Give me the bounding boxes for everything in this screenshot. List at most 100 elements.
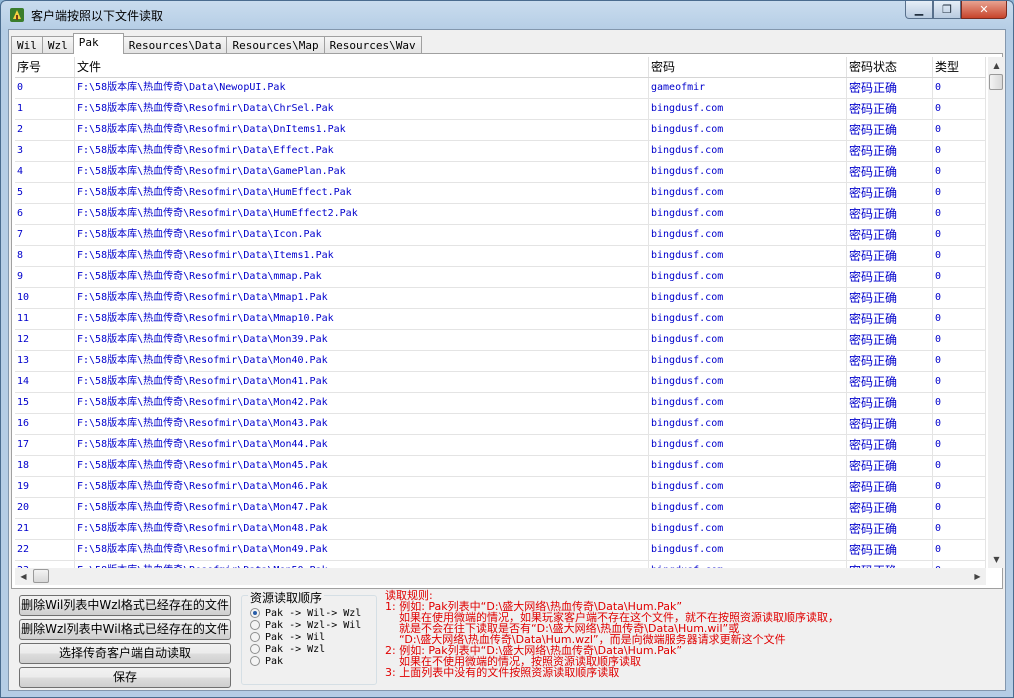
horizontal-scrollbar[interactable]: ◀ ▶ bbox=[15, 568, 986, 585]
cell-file: F:\58版本库\热血传奇\Resofmir\Data\Mmap1.Pak bbox=[75, 288, 649, 308]
cell-type: 0 bbox=[933, 267, 986, 287]
horizontal-scroll-thumb[interactable] bbox=[33, 569, 49, 583]
read-order-title: 资源读取顺序 bbox=[248, 589, 325, 606]
column-header-file[interactable]: 文件 bbox=[75, 57, 649, 77]
table-row[interactable]: 4 F:\58版本库\热血传奇\Resofmir\Data\GamePlan.Pa… bbox=[15, 162, 986, 183]
cell-password-status: 密码正确 bbox=[847, 120, 933, 140]
tab-resources-map[interactable]: Resources\Map bbox=[226, 36, 325, 54]
column-header-index[interactable]: 序号 bbox=[15, 57, 75, 77]
cell-password: bingdusf.com bbox=[649, 288, 847, 308]
radio-button-icon[interactable] bbox=[250, 644, 260, 654]
read-order-option[interactable]: Pak -> Wil bbox=[250, 631, 325, 643]
delete-wil-duplicates-button[interactable]: 删除Wil列表中Wzl格式已经存在的文件 bbox=[19, 595, 231, 616]
main-window: 客户端按照以下文件读取 ▁ ❐ ✕ Wil Wzl Pak Resources\Dat… bbox=[0, 0, 1014, 698]
read-order-option[interactable]: Pak -> Wzl-> Wil bbox=[250, 619, 361, 631]
read-order-option[interactable]: Pak -> Wzl bbox=[250, 643, 325, 655]
cell-index: 6 bbox=[15, 204, 75, 224]
table-row[interactable]: 22 F:\58版本库\热血传奇\Resofmir\Data\Mon49.Pak b… bbox=[15, 540, 986, 561]
table-row[interactable]: 1 F:\58版本库\热血传奇\Resofmir\Data\ChrSel.Pak b… bbox=[15, 99, 986, 120]
table-row[interactable]: 10 F:\58版本库\热血传奇\Resofmir\Data\Mmap1.Pak b… bbox=[15, 288, 986, 309]
tab-wzl[interactable]: Wzl bbox=[41, 36, 74, 54]
cell-password: bingdusf.com bbox=[649, 183, 847, 203]
table-row[interactable]: 6 F:\58版本库\热血传奇\Resofmir\Data\HumEffect2.… bbox=[15, 204, 986, 225]
cell-index: 12 bbox=[15, 330, 75, 350]
table-row[interactable]: 11 F:\58版本库\热血传奇\Resofmir\Data\Mmap10.Pak… bbox=[15, 309, 986, 330]
table-row[interactable]: 17 F:\58版本库\热血传奇\Resofmir\Data\Mon44.Pak b… bbox=[15, 435, 986, 456]
save-button[interactable]: 保存 bbox=[19, 667, 231, 688]
cell-index: 14 bbox=[15, 372, 75, 392]
title-bar[interactable]: 客户端按照以下文件读取 ▁ ❐ ✕ bbox=[1, 1, 1013, 28]
cell-file: F:\58版本库\热血传奇\Resofmir\Data\Mon40.Pak bbox=[75, 351, 649, 371]
table-row[interactable]: 3 F:\58版本库\热血传奇\Resofmir\Data\Effect.Pak b… bbox=[15, 141, 986, 162]
cell-index: 7 bbox=[15, 225, 75, 245]
read-order-option[interactable]: Pak -> Wil-> Wzl bbox=[250, 607, 361, 619]
radio-button-icon[interactable] bbox=[250, 632, 260, 642]
tab-resources-data[interactable]: Resources\Data bbox=[122, 36, 228, 54]
cell-type: 0 bbox=[933, 351, 986, 371]
cell-index: 20 bbox=[15, 498, 75, 518]
maximize-button[interactable]: ❐ bbox=[933, 1, 961, 19]
delete-wzl-duplicates-button[interactable]: 删除Wzl列表中Wil格式已经存在的文件 bbox=[19, 619, 231, 640]
cell-file: F:\58版本库\热血传奇\Resofmir\Data\Mon44.Pak bbox=[75, 435, 649, 455]
scroll-left-arrow-icon[interactable]: ◀ bbox=[15, 568, 32, 585]
file-list-grid[interactable]: 序号 文件 密码 密码状态 类型 0 F:\58版本库\热血传奇\Data\NewopUI… bbox=[15, 57, 986, 568]
cell-file: F:\58版本库\热血传奇\Resofmir\Data\Mmap10.Pak bbox=[75, 309, 649, 329]
radio-button-icon[interactable] bbox=[250, 608, 260, 618]
vertical-scroll-thumb[interactable] bbox=[989, 74, 1003, 90]
read-order-option[interactable]: Pak bbox=[250, 655, 283, 667]
cell-type: 0 bbox=[933, 78, 986, 98]
cell-type: 0 bbox=[933, 414, 986, 434]
table-row[interactable]: 20 F:\58版本库\热血传奇\Resofmir\Data\Mon47.Pak b… bbox=[15, 498, 986, 519]
table-row[interactable]: 21 F:\58版本库\热血传奇\Resofmir\Data\Mon48.Pak b… bbox=[15, 519, 986, 540]
table-row[interactable]: 18 F:\58版本库\热血传奇\Resofmir\Data\Mon45.Pak b… bbox=[15, 456, 986, 477]
cell-password-status: 密码正确 bbox=[847, 456, 933, 476]
table-row[interactable]: 5 F:\58版本库\热血传奇\Resofmir\Data\HumEffect.P… bbox=[15, 183, 986, 204]
close-button[interactable]: ✕ bbox=[961, 1, 1007, 19]
vertical-scrollbar[interactable]: ▲ ▼ bbox=[988, 57, 1005, 568]
table-row[interactable]: 19 F:\58版本库\热血传奇\Resofmir\Data\Mon46.Pak b… bbox=[15, 477, 986, 498]
cell-password-status: 密码正确 bbox=[847, 78, 933, 98]
table-row[interactable]: 7 F:\58版本库\热血传奇\Resofmir\Data\Icon.Pak bin… bbox=[15, 225, 986, 246]
table-row[interactable]: 9 F:\58版本库\热血传奇\Resofmir\Data\mmap.Pak bin… bbox=[15, 267, 986, 288]
table-row[interactable]: 14 F:\58版本库\热血传奇\Resofmir\Data\Mon41.Pak b… bbox=[15, 372, 986, 393]
cell-password-status: 密码正确 bbox=[847, 309, 933, 329]
auto-read-client-button[interactable]: 选择传奇客户端自动读取 bbox=[19, 643, 231, 664]
table-row[interactable]: 2 F:\58版本库\热血传奇\Resofmir\Data\DnItems1.Pa… bbox=[15, 120, 986, 141]
cell-password-status: 密码正确 bbox=[847, 351, 933, 371]
client-area: Wil Wzl Pak Resources\Data Resources\Map Reso… bbox=[8, 29, 1006, 691]
grid-header: 序号 文件 密码 密码状态 类型 bbox=[15, 57, 986, 78]
tab-resources-wav[interactable]: Resources\Wav bbox=[323, 36, 422, 54]
table-row[interactable]: 23F:\58版本库\热血传奇\Resofmir\Data\Mon50.Pakb… bbox=[15, 561, 986, 568]
cell-password-status: 密码正确 bbox=[847, 477, 933, 497]
tab-wil[interactable]: Wil bbox=[11, 36, 43, 54]
cell-file: F:\58版本库\热血传奇\Resofmir\Data\HumEffect.Pa… bbox=[75, 183, 649, 203]
radio-button-icon[interactable] bbox=[250, 656, 260, 666]
table-row[interactable]: 13 F:\58版本库\热血传奇\Resofmir\Data\Mon40.Pak b… bbox=[15, 351, 986, 372]
cell-file: F:\58版本库\热血传奇\Resofmir\Data\ChrSel.Pak bbox=[75, 99, 649, 119]
cell-file: F:\58版本库\热血传奇\Resofmir\Data\Mon50.Pak bbox=[75, 561, 649, 568]
column-header-type[interactable]: 类型 bbox=[933, 57, 986, 77]
tab-pak[interactable]: Pak bbox=[72, 33, 124, 54]
cell-index: 18 bbox=[15, 456, 75, 476]
table-row[interactable]: 12 F:\58版本库\热血传奇\Resofmir\Data\Mon39.Pak b… bbox=[15, 330, 986, 351]
cell-index: 8 bbox=[15, 246, 75, 266]
cell-file: F:\58版本库\热血传奇\Resofmir\Data\mmap.Pak bbox=[75, 267, 649, 287]
cell-type: 0 bbox=[933, 99, 986, 119]
radio-button-icon[interactable] bbox=[250, 620, 260, 630]
table-row[interactable]: 8 F:\58版本库\热血传奇\Resofmir\Data\Items1.Pak b… bbox=[15, 246, 986, 267]
column-header-password[interactable]: 密码 bbox=[649, 57, 847, 77]
cell-type: 0 bbox=[933, 288, 986, 308]
scroll-down-arrow-icon[interactable]: ▼ bbox=[988, 551, 1005, 568]
scroll-up-arrow-icon[interactable]: ▲ bbox=[988, 57, 1005, 74]
cell-type: 0 bbox=[933, 540, 986, 560]
read-order-option-label: Pak -> Wzl-> Wil bbox=[265, 619, 362, 631]
cell-file: F:\58版本库\热血传奇\Resofmir\Data\Mon41.Pak bbox=[75, 372, 649, 392]
table-row[interactable]: 0 F:\58版本库\热血传奇\Data\NewopUI.Pak gameofmir… bbox=[15, 78, 986, 99]
table-row[interactable]: 16 F:\58版本库\热血传奇\Resofmir\Data\Mon43.Pak b… bbox=[15, 414, 986, 435]
table-row[interactable]: 15 F:\58版本库\热血传奇\Resofmir\Data\Mon42.Pak b… bbox=[15, 393, 986, 414]
column-header-password-status[interactable]: 密码状态 bbox=[847, 57, 933, 77]
minimize-button[interactable]: ▁ bbox=[905, 1, 933, 19]
scroll-right-arrow-icon[interactable]: ▶ bbox=[969, 568, 986, 585]
cell-file: F:\58版本库\热血传奇\Resofmir\Data\Mon46.Pak bbox=[75, 477, 649, 497]
cell-type: 0 bbox=[933, 498, 986, 518]
